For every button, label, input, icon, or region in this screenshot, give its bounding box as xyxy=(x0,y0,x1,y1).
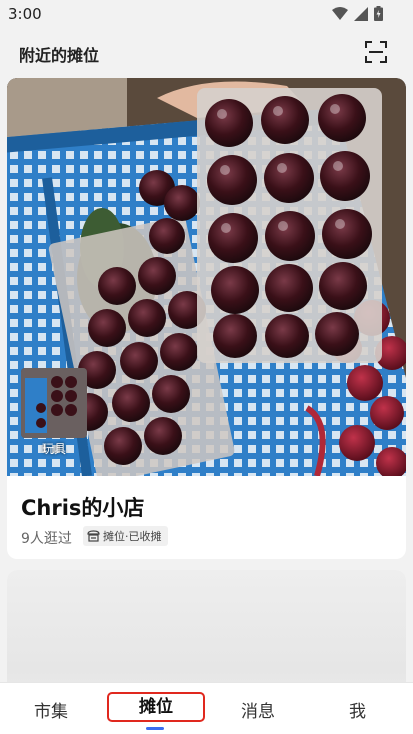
scan-icon xyxy=(365,41,387,63)
status-icons xyxy=(332,6,383,21)
status-badge: 摊位·已收摊 xyxy=(83,526,168,546)
header: 附近的摊位 xyxy=(0,28,413,78)
signal-icon xyxy=(354,6,368,21)
nav-me[interactable]: 我 xyxy=(349,697,366,722)
page-title: 附近的摊位 xyxy=(19,46,100,65)
nav-messages[interactable]: 消息 xyxy=(241,697,275,722)
stall-card[interactable]: 玩具 Chris的小店 9人逛过 摊位·已收摊 xyxy=(7,78,406,559)
status-badge-label: 摊位·已收摊 xyxy=(103,530,162,543)
category-thumbnail[interactable] xyxy=(21,368,87,438)
nav-stall[interactable]: 摊位 xyxy=(107,692,205,722)
scan-button[interactable] xyxy=(364,40,388,64)
battery-icon xyxy=(374,6,383,21)
visit-count: 9人逛过 xyxy=(21,531,72,547)
stall-cover-image: 玩具 xyxy=(7,78,406,476)
status-time: 3:00 xyxy=(8,5,42,23)
status-bar: 3:00 xyxy=(0,0,413,28)
stall-card[interactable] xyxy=(7,570,406,682)
wifi-icon xyxy=(332,6,348,20)
stall-name: Chris的小店 xyxy=(21,496,145,520)
stall-feed[interactable]: 玩具 Chris的小店 9人逛过 摊位·已收摊 xyxy=(0,78,413,682)
stall-icon xyxy=(87,530,100,542)
active-tab-indicator xyxy=(146,727,164,730)
nav-market[interactable]: 市集 xyxy=(34,697,68,722)
category-label: 玩具 xyxy=(41,442,66,456)
stall-cover-image xyxy=(7,570,406,682)
bottom-nav: 市集 摊位 消息 我 xyxy=(0,682,413,734)
